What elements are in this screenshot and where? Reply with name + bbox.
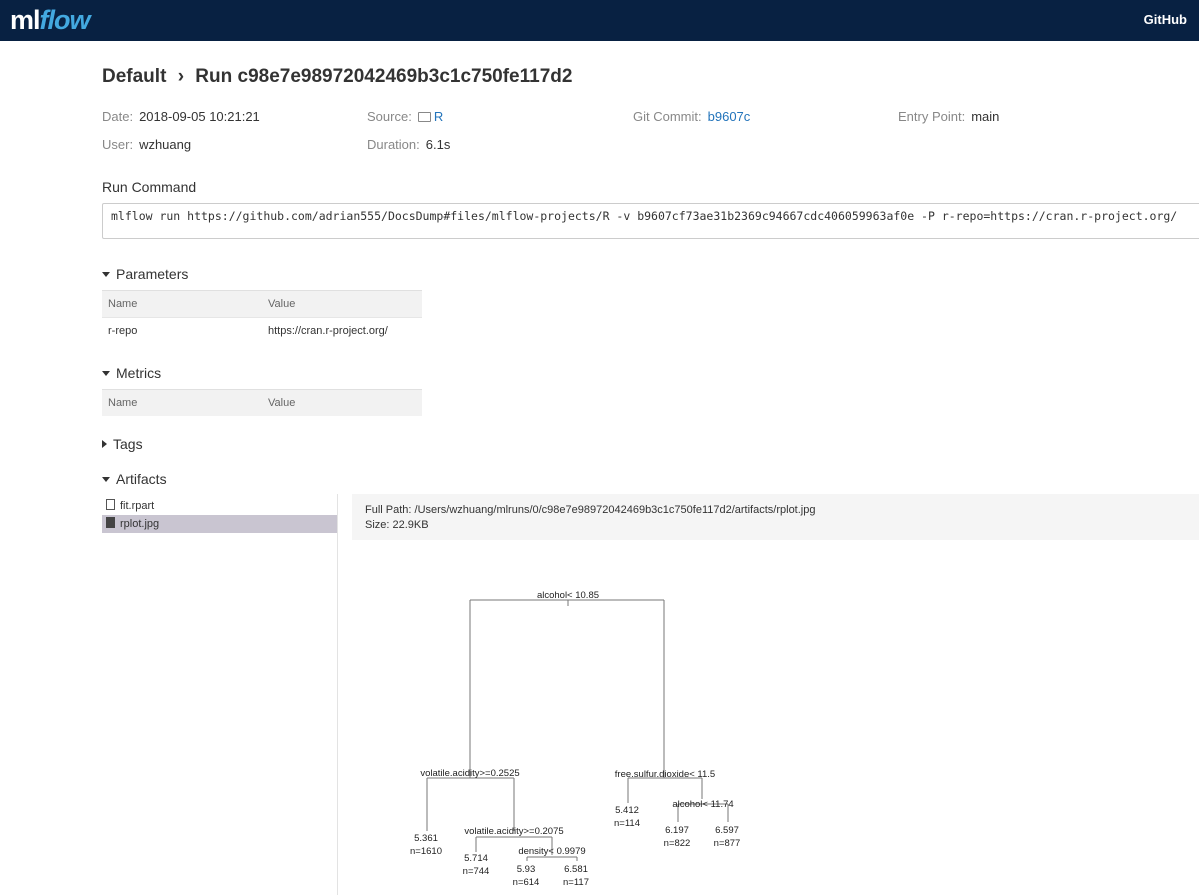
source-link[interactable]: R xyxy=(434,109,443,124)
leaf-value: 5.93 xyxy=(517,864,536,875)
git-commit-link[interactable]: b9607c xyxy=(708,109,751,124)
table-row: r-repo https://cran.r-project.org/ xyxy=(102,317,422,344)
parameters-table: Name Value r-repo https://cran.r-project… xyxy=(102,290,422,344)
split-label: volatile.acidity>=0.2525 xyxy=(420,768,519,779)
artifact-file-rplot-jpg[interactable]: rplot.jpg xyxy=(102,515,337,533)
metrics-table: Name Value xyxy=(102,389,422,416)
mlflow-logo[interactable]: mlflow xyxy=(10,0,91,41)
artifact-full-path: Full Path: /Users/wzhuang/mlruns/0/c98e7… xyxy=(365,504,816,516)
breadcrumb: Default › Run c98e7e98972042469b3c1c750f… xyxy=(102,66,572,88)
breadcrumb-separator: › xyxy=(177,66,185,87)
leaf-count: n=744 xyxy=(463,866,490,877)
leaf-value: 5.412 xyxy=(615,805,639,816)
meta-date: Date: 2018-09-05 10:21:21 xyxy=(102,109,260,124)
meta-entry-point: Entry Point: main xyxy=(898,109,1000,124)
table-header: Name Value xyxy=(102,389,422,416)
leaf-count: n=877 xyxy=(714,838,741,849)
parameters-toggle[interactable]: Parameters xyxy=(102,266,188,282)
leaf-value: 6.597 xyxy=(715,825,739,836)
leaf-count: n=614 xyxy=(513,877,540,888)
run-command-title: Run Command xyxy=(102,179,197,195)
leaf-value: 5.714 xyxy=(464,853,488,864)
tree-branches xyxy=(426,599,729,861)
artifact-image-preview: alcohol< 10.85 volatile.acidity>=0.2525 … xyxy=(352,540,1199,895)
leaf-count: n=1610 xyxy=(410,846,442,857)
leaf-value: 6.581 xyxy=(564,864,588,875)
split-label: density< 0.9979 xyxy=(518,846,585,857)
breadcrumb-experiment-link[interactable]: Default xyxy=(102,66,166,87)
metrics-toggle[interactable]: Metrics xyxy=(102,365,161,381)
artifact-info: Full Path: /Users/wzhuang/mlruns/0/c98e7… xyxy=(352,494,1199,540)
image-file-icon xyxy=(106,517,115,528)
caret-down-icon xyxy=(102,272,110,277)
page-title: Run c98e7e98972042469b3c1c750fe117d2 xyxy=(195,66,573,87)
meta-duration: Duration: 6.1s xyxy=(367,137,451,152)
meta-source: Source: R xyxy=(367,109,444,124)
table-header: Name Value xyxy=(102,290,422,317)
artifact-size: Size: 22.9KB xyxy=(365,519,429,531)
caret-right-icon xyxy=(102,440,107,448)
leaf-count: n=114 xyxy=(614,818,640,829)
split-label: alcohol< 11.74 xyxy=(672,799,733,810)
decision-tree-plot: alcohol< 10.85 volatile.acidity>=0.2525 … xyxy=(410,590,741,888)
split-label-root: alcohol< 10.85 xyxy=(537,590,599,601)
split-label: free.sulfur.dioxide< 11.5 xyxy=(615,769,715,780)
tags-toggle[interactable]: Tags xyxy=(102,436,143,452)
file-icon xyxy=(106,499,115,510)
leaf-count: n=117 xyxy=(563,877,589,888)
leaf-count: n=822 xyxy=(664,838,691,849)
caret-down-icon xyxy=(102,371,110,376)
top-navbar: mlflow GitHub xyxy=(0,0,1199,41)
github-link[interactable]: GitHub xyxy=(1144,0,1187,40)
meta-git-commit: Git Commit: b9607c xyxy=(633,109,751,124)
run-command-box[interactable]: mlflow run https://github.com/adrian555/… xyxy=(102,203,1199,239)
folder-icon xyxy=(417,112,431,122)
leaf-value: 5.361 xyxy=(414,833,438,844)
meta-user: User: wzhuang xyxy=(102,137,192,152)
caret-down-icon xyxy=(102,477,110,482)
leaf-value: 6.197 xyxy=(665,825,689,836)
artifacts-toggle[interactable]: Artifacts xyxy=(102,471,167,487)
split-label: volatile.acidity>=0.2075 xyxy=(464,826,563,837)
artifact-file-tree: fit.rpart rplot.jpg xyxy=(102,494,338,895)
artifact-file-fit-rpart[interactable]: fit.rpart xyxy=(102,497,337,515)
